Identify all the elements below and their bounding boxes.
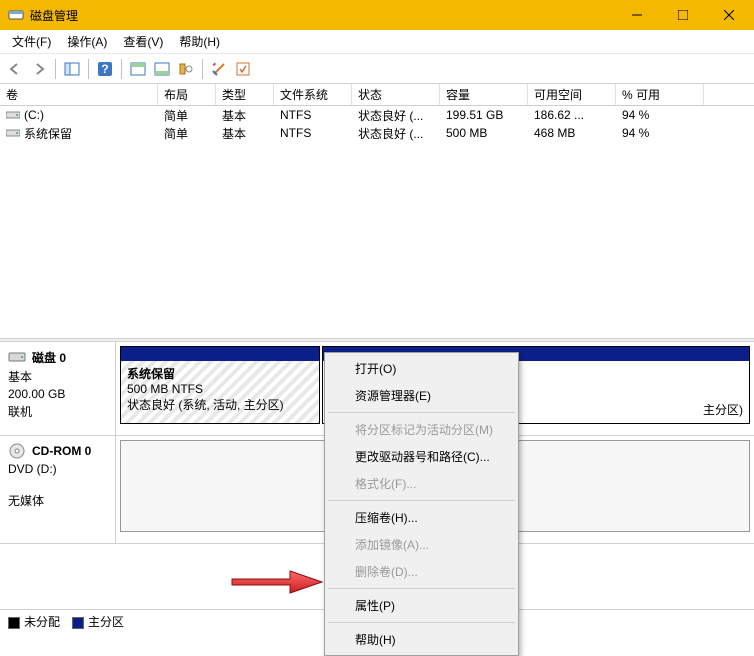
context-separator — [328, 412, 515, 413]
column-header[interactable]: 容量 — [440, 84, 528, 105]
partition-size: 500 MB NTFS — [127, 382, 313, 396]
toolbar-separator — [55, 59, 56, 79]
volume-percent: 94 % — [616, 106, 704, 124]
volume-status: 状态良好 (... — [352, 106, 440, 124]
volume-name: 系统保留 — [24, 125, 72, 142]
disk-state: 无媒体 — [8, 492, 107, 509]
volume-type: 基本 — [216, 106, 274, 124]
disk-type: 基本 — [8, 368, 107, 385]
legend-unallocated: 未分配 — [8, 613, 60, 630]
volume-capacity: 199.51 GB — [440, 106, 528, 124]
view-top-button[interactable] — [127, 58, 149, 80]
volume-row[interactable]: (C:) 简单 基本 NTFS 状态良好 (... 199.51 GB 186.… — [0, 106, 754, 124]
volume-type: 基本 — [216, 124, 274, 142]
column-header[interactable]: 状态 — [352, 84, 440, 105]
volume-icon — [6, 128, 20, 138]
context-change-drive-letter[interactable]: 更改驱动器号和路径(C)... — [327, 443, 516, 470]
back-button[interactable] — [4, 58, 26, 80]
forward-button[interactable] — [28, 58, 50, 80]
minimize-button[interactable] — [614, 0, 660, 30]
window-title: 磁盘管理 — [30, 7, 614, 24]
close-button[interactable] — [706, 0, 752, 30]
menu-action[interactable]: 操作(A) — [59, 30, 115, 53]
disk-label-panel[interactable]: CD-ROM 0 DVD (D:) 无媒体 — [0, 436, 116, 543]
volume-table-header: 卷 布局 类型 文件系统 状态 容量 可用空间 % 可用 — [0, 84, 754, 106]
column-header[interactable]: 布局 — [158, 84, 216, 105]
volume-row[interactable]: 系统保留 简单 基本 NTFS 状态良好 (... 500 MB 468 MB … — [0, 124, 754, 142]
properties-button[interactable] — [208, 58, 230, 80]
column-header[interactable]: 文件系统 — [274, 84, 352, 105]
toolbar-separator — [202, 59, 203, 79]
maximize-button[interactable] — [660, 0, 706, 30]
disk-title: CD-ROM 0 — [32, 444, 91, 458]
app-icon — [8, 7, 24, 23]
context-mark-active: 将分区标记为活动分区(M) — [327, 416, 516, 443]
legend-primary: 主分区 — [72, 613, 124, 630]
volume-table-body: (C:) 简单 基本 NTFS 状态良好 (... 199.51 GB 186.… — [0, 106, 754, 338]
context-separator — [328, 622, 515, 623]
partition-status: 状态良好 (系统, 活动, 主分区) — [127, 396, 313, 413]
volume-fs: NTFS — [274, 106, 352, 124]
volume-fs: NTFS — [274, 124, 352, 142]
context-separator — [328, 588, 515, 589]
disk-label-panel[interactable]: 磁盘 0 基本 200.00 GB 联机 — [0, 342, 116, 435]
show-hide-console-button[interactable] — [61, 58, 83, 80]
context-properties[interactable]: 属性(P) — [327, 592, 516, 619]
volume-layout: 简单 — [158, 106, 216, 124]
help-button[interactable]: ? — [94, 58, 116, 80]
svg-text:?: ? — [101, 62, 108, 76]
context-format: 格式化(F)... — [327, 470, 516, 497]
volume-status: 状态良好 (... — [352, 124, 440, 142]
context-add-mirror: 添加镜像(A)... — [327, 531, 516, 558]
disk-state: 联机 — [8, 403, 107, 420]
volume-free: 468 MB — [528, 124, 616, 142]
partition-color-bar — [121, 347, 319, 361]
column-header[interactable]: 可用空间 — [528, 84, 616, 105]
context-delete-volume: 删除卷(D)... — [327, 558, 516, 585]
disk-size — [8, 478, 107, 490]
menu-bar: 文件(F) 操作(A) 查看(V) 帮助(H) — [0, 30, 754, 54]
menu-file[interactable]: 文件(F) — [4, 30, 59, 53]
column-header[interactable]: 卷 — [0, 84, 158, 105]
annotation-arrow-icon — [228, 568, 326, 596]
volume-percent: 94 % — [616, 124, 704, 142]
context-help[interactable]: 帮助(H) — [327, 626, 516, 653]
context-explorer[interactable]: 资源管理器(E) — [327, 382, 516, 409]
context-open[interactable]: 打开(O) — [327, 355, 516, 382]
context-separator — [328, 500, 515, 501]
view-bottom-button[interactable] — [151, 58, 173, 80]
menu-help[interactable]: 帮助(H) — [171, 30, 228, 53]
settings-button[interactable] — [175, 58, 197, 80]
disk-type: DVD (D:) — [8, 462, 107, 476]
disk-title: 磁盘 0 — [32, 349, 66, 366]
partition-name: 系统保留 — [127, 365, 313, 382]
toolbar-separator — [121, 59, 122, 79]
volume-name: (C:) — [24, 108, 44, 122]
volume-free: 186.62 ... — [528, 106, 616, 124]
partition-status-suffix: 主分区) — [703, 403, 743, 417]
cdrom-icon — [8, 442, 26, 460]
context-menu: 打开(O) 资源管理器(E) 将分区标记为活动分区(M) 更改驱动器号和路径(C… — [324, 352, 519, 656]
refresh-button[interactable] — [232, 58, 254, 80]
disk-icon — [8, 348, 26, 366]
context-shrink[interactable]: 压缩卷(H)... — [327, 504, 516, 531]
disk-size: 200.00 GB — [8, 387, 107, 401]
volume-layout: 简单 — [158, 124, 216, 142]
toolbar: ? — [0, 54, 754, 84]
volume-capacity: 500 MB — [440, 124, 528, 142]
volume-icon — [6, 110, 20, 120]
menu-view[interactable]: 查看(V) — [115, 30, 171, 53]
title-bar: 磁盘管理 — [0, 0, 754, 30]
column-header[interactable]: 类型 — [216, 84, 274, 105]
toolbar-separator — [88, 59, 89, 79]
column-header[interactable]: % 可用 — [616, 84, 704, 105]
partition-system-reserved[interactable]: 系统保留 500 MB NTFS 状态良好 (系统, 活动, 主分区) — [120, 346, 320, 424]
